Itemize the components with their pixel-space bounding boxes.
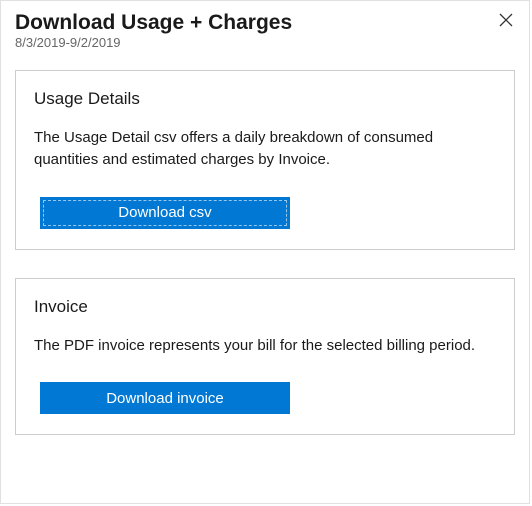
invoice-title: Invoice <box>34 297 496 317</box>
usage-details-title: Usage Details <box>34 89 496 109</box>
date-range: 8/3/2019-9/2/2019 <box>15 35 515 50</box>
download-usage-charges-panel: Download Usage + Charges 8/3/2019-9/2/20… <box>0 0 530 504</box>
invoice-card: Invoice The PDF invoice represents your … <box>15 278 515 436</box>
panel-title: Download Usage + Charges <box>15 11 515 35</box>
close-icon[interactable] <box>495 9 517 31</box>
usage-details-description: The Usage Detail csv offers a daily brea… <box>34 127 496 171</box>
download-invoice-button[interactable]: Download invoice <box>40 382 290 414</box>
usage-details-card: Usage Details The Usage Detail csv offer… <box>15 70 515 250</box>
panel-header: Download Usage + Charges 8/3/2019-9/2/20… <box>15 11 515 50</box>
download-csv-button[interactable]: Download csv <box>40 197 290 229</box>
invoice-description: The PDF invoice represents your bill for… <box>34 335 496 357</box>
